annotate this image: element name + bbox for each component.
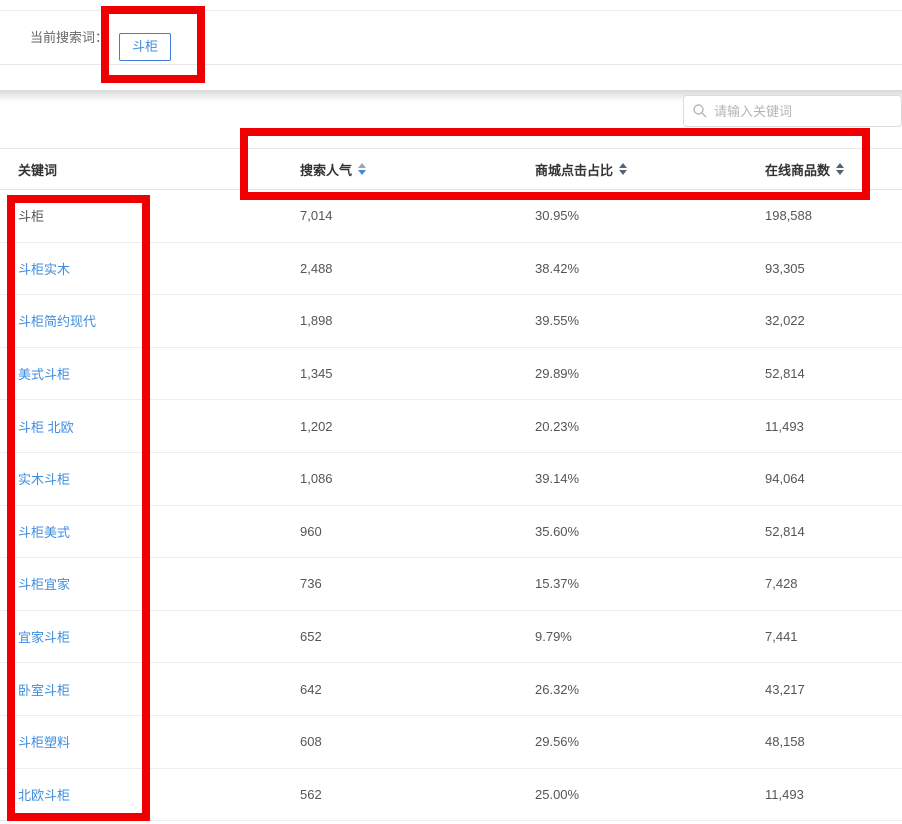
keyword-link[interactable]: 斗柜美式 — [18, 525, 70, 540]
keyword-search-input[interactable] — [683, 95, 902, 127]
popularity-value: 1,898 — [300, 313, 333, 329]
click-ratio-value: 26.32% — [535, 681, 580, 697]
popularity-value: 1,086 — [300, 471, 333, 487]
table-row: 斗柜美式 960 35.60% 52,814 — [0, 506, 902, 559]
products-count-value: 11,493 — [765, 418, 804, 434]
sort-icon[interactable] — [358, 163, 367, 175]
table-row: 斗柜 北欧 1,202 20.23% 11,493 — [0, 400, 902, 453]
table-row: 斗柜塑料 608 29.56% 48,158 — [0, 716, 902, 769]
column-header-search-popularity[interactable]: 搜索人气 — [300, 160, 535, 179]
keyword-link[interactable]: 卧室斗柜 — [18, 683, 70, 698]
products-count-value: 94,064 — [765, 471, 805, 487]
products-count-value: 11,493 — [765, 786, 804, 802]
click-ratio-value: 9.79% — [535, 629, 572, 645]
keyword-link[interactable]: 斗柜简约现代 — [18, 314, 96, 329]
popularity-value: 1,202 — [300, 418, 333, 434]
sort-icon[interactable] — [836, 163, 845, 175]
table-row: 实木斗柜 1,086 39.14% 94,064 — [0, 453, 902, 506]
products-count-value: 52,814 — [765, 366, 805, 382]
products-count-value: 198,588 — [765, 208, 812, 224]
products-count-value: 32,022 — [765, 313, 805, 329]
current-search-label: 当前搜索词： — [30, 30, 109, 45]
keyword-link[interactable]: 斗柜塑料 — [18, 735, 70, 750]
products-count-value: 43,217 — [765, 681, 805, 697]
popularity-value: 2,488 — [300, 260, 333, 276]
click-ratio-value: 29.56% — [535, 734, 580, 750]
click-ratio-value: 30.95% — [535, 208, 580, 224]
keyword-link[interactable]: 斗柜宜家 — [18, 577, 70, 592]
table-row: 斗柜实木 2,488 38.42% 93,305 — [0, 243, 902, 296]
popularity-value: 960 — [300, 523, 322, 539]
keyword-table: 关键词 搜索人气 商城点击占比 在线商品数 斗柜 7,014 30.95% 198,5… — [0, 148, 902, 822]
products-count-value: 93,305 — [765, 260, 805, 276]
products-count-value: 48,158 — [765, 734, 805, 750]
table-row: 美式斗柜 1,345 29.89% 52,814 — [0, 348, 902, 401]
click-ratio-value: 29.89% — [535, 366, 580, 382]
column-header-keyword: 关键词 — [18, 160, 300, 179]
products-count-value: 52,814 — [765, 523, 805, 539]
keyword-link[interactable]: 斗柜实木 — [18, 262, 70, 277]
popularity-value: 736 — [300, 576, 322, 592]
column-header-label[interactable]: 商城点击占比 — [535, 160, 613, 179]
products-count-value: 7,428 — [765, 576, 798, 592]
click-ratio-value: 35.60% — [535, 523, 580, 539]
keyword-link[interactable]: 实木斗柜 — [18, 472, 70, 487]
popularity-value: 7,014 — [300, 208, 333, 224]
popularity-value: 642 — [300, 681, 322, 697]
current-search-term-tag[interactable]: 斗柜 — [119, 33, 172, 61]
table-row: 斗柜 7,014 30.95% 198,588 — [0, 190, 902, 243]
click-ratio-value: 20.23% — [535, 418, 580, 434]
keyword-text: 斗柜 — [18, 209, 45, 225]
popularity-value: 652 — [300, 629, 322, 645]
table-header-row: 关键词 搜索人气 商城点击占比 在线商品数 — [0, 148, 902, 190]
keyword-link[interactable]: 宜家斗柜 — [18, 630, 70, 645]
click-ratio-value: 39.55% — [535, 313, 580, 329]
keyword-link[interactable]: 北欧斗柜 — [18, 788, 70, 803]
column-header-online-products[interactable]: 在线商品数 — [765, 160, 902, 179]
table-row: 北欧斗柜 562 25.00% 11,493 — [0, 769, 902, 822]
column-header-mall-click-ratio[interactable]: 商城点击占比 — [535, 160, 765, 179]
column-header-label[interactable]: 搜索人气 — [300, 160, 352, 179]
top-search-bar: 当前搜索词： 斗柜 — [0, 10, 902, 65]
table-row: 斗柜简约现代 1,898 39.55% 32,022 — [0, 295, 902, 348]
table-row: 卧室斗柜 642 26.32% 43,217 — [0, 663, 902, 716]
column-header-label: 关键词 — [18, 162, 58, 178]
click-ratio-value: 25.00% — [535, 786, 580, 802]
column-header-label[interactable]: 在线商品数 — [765, 160, 830, 179]
popularity-value: 562 — [300, 786, 322, 802]
click-ratio-value: 38.42% — [535, 260, 580, 276]
table-row: 斗柜宜家 736 15.37% 7,428 — [0, 558, 902, 611]
table-body: 斗柜 7,014 30.95% 198,588 斗柜实木 2,488 38.42% 93,30… — [0, 190, 902, 822]
keyword-search — [683, 95, 902, 127]
popularity-value: 1,345 — [300, 366, 333, 382]
keyword-link[interactable]: 美式斗柜 — [18, 367, 70, 382]
table-row: 宜家斗柜 652 9.79% 7,441 — [0, 611, 902, 664]
sort-icon[interactable] — [619, 163, 628, 175]
popularity-value: 608 — [300, 734, 322, 750]
keyword-link[interactable]: 斗柜 北欧 — [18, 420, 74, 435]
click-ratio-value: 39.14% — [535, 471, 580, 487]
products-count-value: 7,441 — [765, 629, 798, 645]
click-ratio-value: 15.37% — [535, 576, 580, 592]
